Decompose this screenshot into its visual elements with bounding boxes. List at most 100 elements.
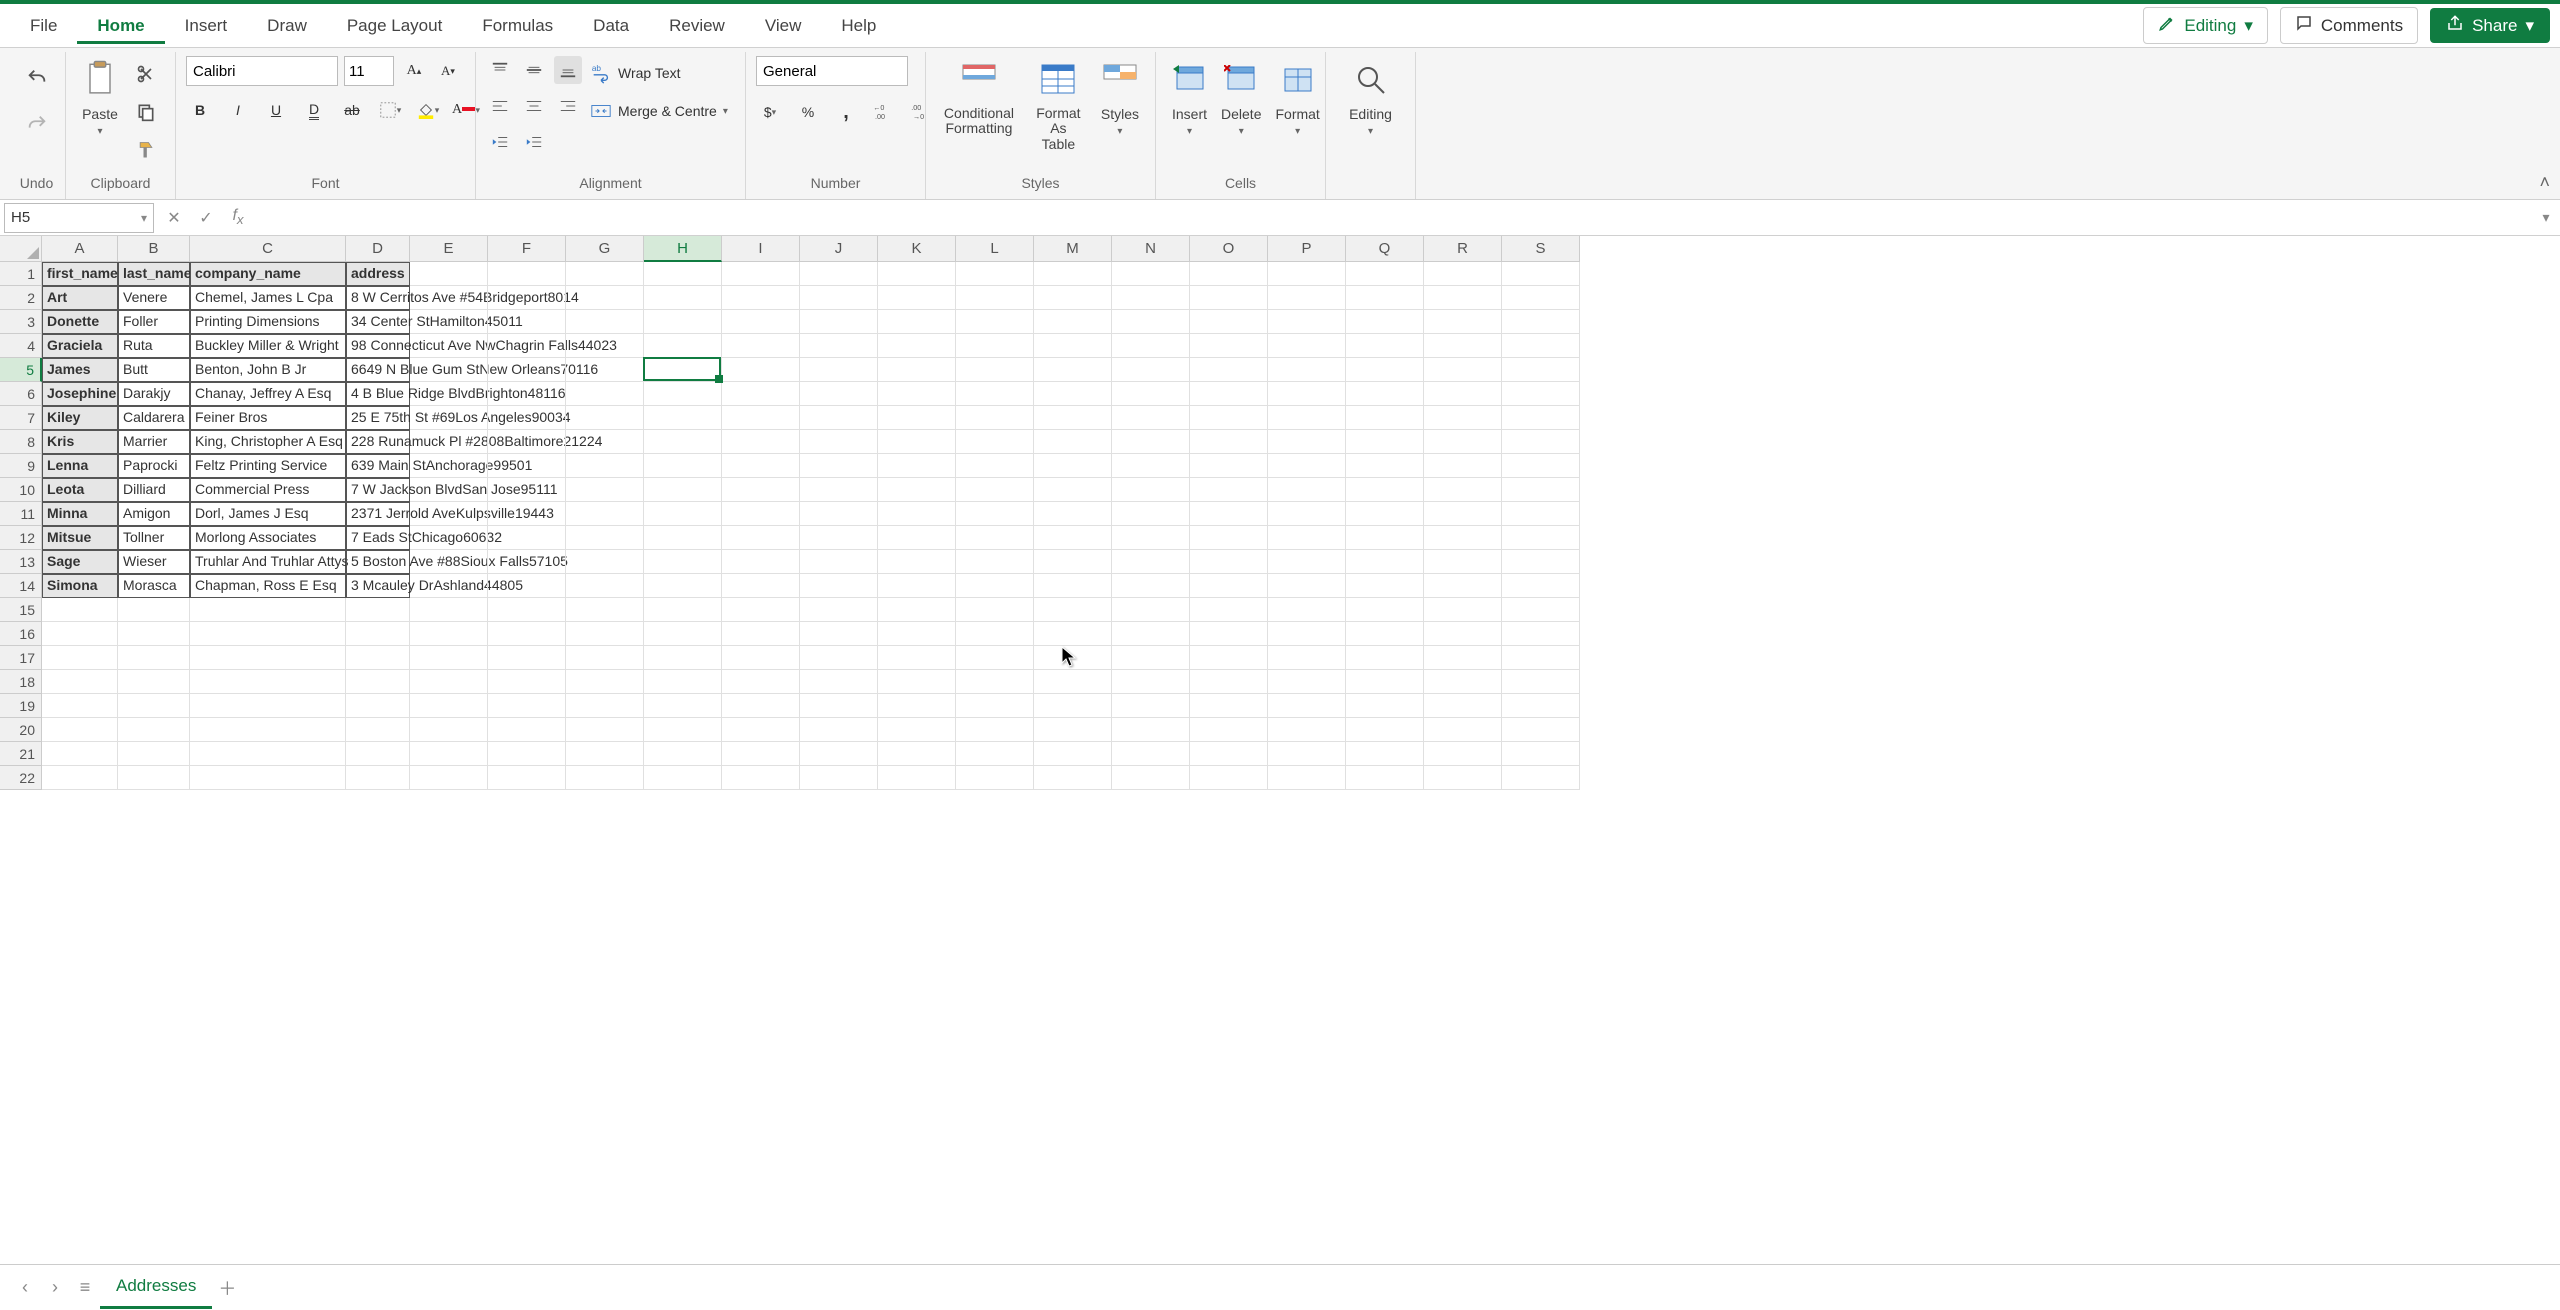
- cell[interactable]: Chapman, Ross E Esq: [190, 574, 346, 598]
- cell[interactable]: [1502, 454, 1580, 478]
- cell[interactable]: [566, 742, 644, 766]
- cell[interactable]: [1346, 646, 1424, 670]
- cell[interactable]: [878, 382, 956, 406]
- number-format-select[interactable]: [756, 56, 908, 86]
- increase-decimal-button[interactable]: ←0.00: [870, 98, 898, 126]
- cell[interactable]: [118, 742, 190, 766]
- cell[interactable]: [566, 550, 644, 574]
- cell[interactable]: [878, 286, 956, 310]
- cell[interactable]: Marrier: [118, 430, 190, 454]
- cell[interactable]: [1112, 406, 1190, 430]
- row-header[interactable]: 18: [0, 670, 42, 694]
- cell[interactable]: [956, 670, 1034, 694]
- cell[interactable]: [1268, 766, 1346, 790]
- add-sheet-button[interactable]: ＋: [212, 1273, 242, 1303]
- cell[interactable]: [410, 670, 488, 694]
- cell[interactable]: Feltz Printing Service: [190, 454, 346, 478]
- cell[interactable]: [1112, 550, 1190, 574]
- cell[interactable]: [1190, 622, 1268, 646]
- cell[interactable]: [488, 574, 566, 598]
- cell[interactable]: [722, 526, 800, 550]
- cell[interactable]: [1346, 766, 1424, 790]
- strikethrough-button[interactable]: ab: [338, 96, 366, 124]
- cell[interactable]: [1502, 574, 1580, 598]
- cell[interactable]: Kris: [42, 430, 118, 454]
- cell[interactable]: [722, 454, 800, 478]
- cell[interactable]: [410, 742, 488, 766]
- column-header[interactable]: E: [410, 236, 488, 262]
- cell[interactable]: [722, 622, 800, 646]
- cell[interactable]: Printing Dimensions: [190, 310, 346, 334]
- row-header[interactable]: 6: [0, 382, 42, 406]
- cell[interactable]: [1190, 454, 1268, 478]
- cell[interactable]: [1346, 454, 1424, 478]
- cell[interactable]: [878, 262, 956, 286]
- cell[interactable]: [800, 694, 878, 718]
- column-header[interactable]: Q: [1346, 236, 1424, 262]
- cell[interactable]: [800, 382, 878, 406]
- cell[interactable]: [800, 334, 878, 358]
- cell[interactable]: Feiner Bros: [190, 406, 346, 430]
- cell[interactable]: [956, 622, 1034, 646]
- cell[interactable]: [1034, 382, 1112, 406]
- share-button[interactable]: Share ▾: [2430, 8, 2550, 43]
- cell[interactable]: [1034, 574, 1112, 598]
- cell[interactable]: [1346, 430, 1424, 454]
- cell[interactable]: 2371 Jerrold AveKulpsville19443: [346, 502, 410, 526]
- cell[interactable]: [566, 454, 644, 478]
- cell[interactable]: [410, 358, 488, 382]
- cell[interactable]: [644, 766, 722, 790]
- cell[interactable]: Donette: [42, 310, 118, 334]
- cell[interactable]: [410, 694, 488, 718]
- cell[interactable]: [488, 550, 566, 574]
- cell[interactable]: [410, 478, 488, 502]
- cell[interactable]: [488, 646, 566, 670]
- column-header[interactable]: D: [346, 236, 410, 262]
- cell[interactable]: [644, 334, 722, 358]
- cell[interactable]: [1034, 430, 1112, 454]
- cell[interactable]: [1424, 574, 1502, 598]
- cell[interactable]: [722, 502, 800, 526]
- cell[interactable]: Ruta: [118, 334, 190, 358]
- column-header[interactable]: B: [118, 236, 190, 262]
- cell[interactable]: Butt: [118, 358, 190, 382]
- cell[interactable]: [566, 670, 644, 694]
- cell[interactable]: [878, 310, 956, 334]
- cell[interactable]: Minna: [42, 502, 118, 526]
- cell[interactable]: [1034, 286, 1112, 310]
- cell[interactable]: 8 W Cerritos Ave #54Bridgeport8014: [346, 286, 410, 310]
- cell[interactable]: [566, 478, 644, 502]
- cell[interactable]: [410, 574, 488, 598]
- cell[interactable]: [1424, 382, 1502, 406]
- double-underline-button[interactable]: D: [300, 96, 328, 124]
- cell[interactable]: [644, 478, 722, 502]
- cell[interactable]: [190, 694, 346, 718]
- cell[interactable]: [1190, 742, 1268, 766]
- redo-button[interactable]: [23, 110, 51, 138]
- column-header[interactable]: C: [190, 236, 346, 262]
- delete-cells-button[interactable]: Delete ▾: [1215, 56, 1267, 139]
- cell[interactable]: [1424, 622, 1502, 646]
- cell[interactable]: [878, 742, 956, 766]
- column-header[interactable]: S: [1502, 236, 1580, 262]
- cell[interactable]: [1190, 262, 1268, 286]
- cell[interactable]: [1112, 358, 1190, 382]
- cell[interactable]: [566, 286, 644, 310]
- cell[interactable]: [410, 598, 488, 622]
- cell[interactable]: [488, 262, 566, 286]
- cell[interactable]: [1268, 334, 1346, 358]
- cell[interactable]: [410, 430, 488, 454]
- cell[interactable]: [800, 670, 878, 694]
- cell[interactable]: [956, 310, 1034, 334]
- cell[interactable]: [1424, 334, 1502, 358]
- cell[interactable]: [878, 598, 956, 622]
- cell[interactable]: [800, 502, 878, 526]
- cell[interactable]: [1034, 526, 1112, 550]
- cell[interactable]: [644, 742, 722, 766]
- column-header[interactable]: P: [1268, 236, 1346, 262]
- cell[interactable]: [1112, 670, 1190, 694]
- cell[interactable]: [1346, 286, 1424, 310]
- cell[interactable]: company_name: [190, 262, 346, 286]
- cell[interactable]: [190, 742, 346, 766]
- cell[interactable]: Simona: [42, 574, 118, 598]
